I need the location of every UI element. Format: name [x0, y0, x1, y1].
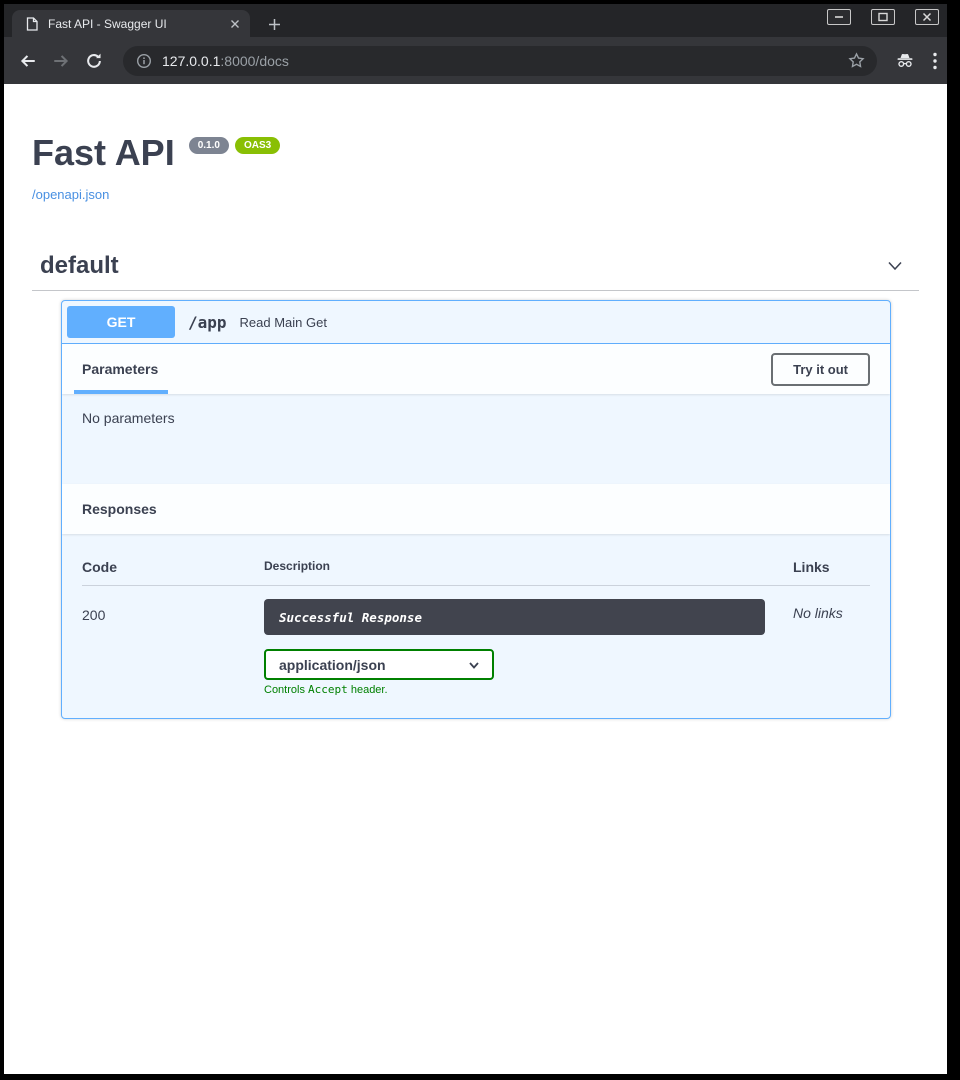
tag-section: default GET /app Read Main Get Parameter… [32, 252, 919, 719]
http-method-badge: GET [67, 306, 175, 338]
accept-header-hint: Controls Accept header. [264, 683, 870, 696]
table-row: 200 Successful Response No links [82, 586, 870, 635]
parameters-body: No parameters [62, 394, 890, 484]
select-chevron-down-icon [468, 659, 480, 671]
reload-button-icon[interactable] [84, 52, 104, 70]
oas3-badge: OAS3 [235, 137, 280, 154]
media-type-row: application/json Controls Accept header. [264, 649, 870, 696]
parameters-header: Parameters Try it out [62, 344, 890, 394]
badges: 0.1.0 OAS3 [183, 137, 280, 154]
browser-menu-icon[interactable] [933, 52, 937, 70]
operation-summary[interactable]: GET /app Read Main Get [62, 301, 890, 344]
responses-table-header: Code Description Links [82, 559, 870, 586]
incognito-icon [895, 53, 915, 68]
accept-hint-prefix: Controls [264, 684, 308, 696]
browser-titlebar: Fast API - Swagger UI [4, 4, 947, 37]
operation-path: /app [188, 313, 227, 332]
browser-tab[interactable]: Fast API - Swagger UI [12, 10, 250, 37]
browser-toolbar: 127.0.0.1:8000/docs [4, 37, 947, 84]
response-links: No links [793, 599, 870, 635]
openapi-spec-link[interactable]: /openapi.json [32, 187, 109, 202]
window-controls [807, 9, 939, 25]
response-description-box: Successful Response [264, 599, 765, 635]
responses-body: Code Description Links 200 Successful Re… [62, 534, 890, 718]
bookmark-star-icon[interactable] [848, 52, 865, 69]
column-header-links: Links [793, 559, 870, 575]
responses-header: Responses [62, 484, 890, 534]
tag-section-header[interactable]: default [32, 252, 919, 291]
operation-description: Read Main Get [240, 315, 327, 330]
column-header-code: Code [82, 559, 264, 575]
window-minimize-button[interactable] [827, 9, 851, 25]
tab-title: Fast API - Swagger UI [48, 17, 224, 31]
back-button-icon[interactable] [18, 52, 38, 70]
active-tab-underline [74, 390, 168, 394]
site-info-icon[interactable] [136, 53, 152, 69]
api-info: Fast API 0.1.0 OAS3 /openapi.json [4, 84, 947, 204]
chevron-down-icon[interactable] [885, 256, 905, 276]
version-badge: 0.1.0 [189, 137, 229, 154]
responses-heading: Responses [82, 501, 157, 517]
try-it-out-button[interactable]: Try it out [771, 353, 870, 386]
new-tab-button[interactable] [266, 16, 282, 32]
media-type-value: application/json [279, 657, 386, 673]
no-parameters-message: No parameters [82, 410, 175, 426]
tab-close-icon[interactable] [230, 19, 240, 29]
tab-parameters[interactable]: Parameters [82, 361, 158, 377]
url-path: :8000/docs [220, 53, 289, 69]
response-code: 200 [82, 599, 264, 635]
operation-block-get-app: GET /app Read Main Get Parameters Try it… [61, 300, 891, 719]
column-header-description: Description [264, 559, 793, 575]
window-maximize-button[interactable] [871, 9, 895, 25]
response-description-text: Successful Response [279, 610, 422, 625]
url-text: 127.0.0.1:8000/docs [162, 53, 848, 69]
accept-hint-code: Accept [308, 683, 348, 696]
accept-hint-suffix: header. [348, 684, 388, 696]
page-favicon-document-icon [26, 17, 38, 31]
address-bar[interactable]: 127.0.0.1:8000/docs [123, 46, 877, 76]
page-content: Fast API 0.1.0 OAS3 /openapi.json defaul… [4, 84, 947, 1074]
media-type-select[interactable]: application/json [264, 649, 494, 680]
page-title: Fast API [32, 132, 175, 174]
window-close-button[interactable] [915, 9, 939, 25]
forward-button-icon[interactable] [51, 52, 71, 70]
tag-section-title: default [40, 252, 119, 280]
url-host: 127.0.0.1 [162, 53, 220, 69]
